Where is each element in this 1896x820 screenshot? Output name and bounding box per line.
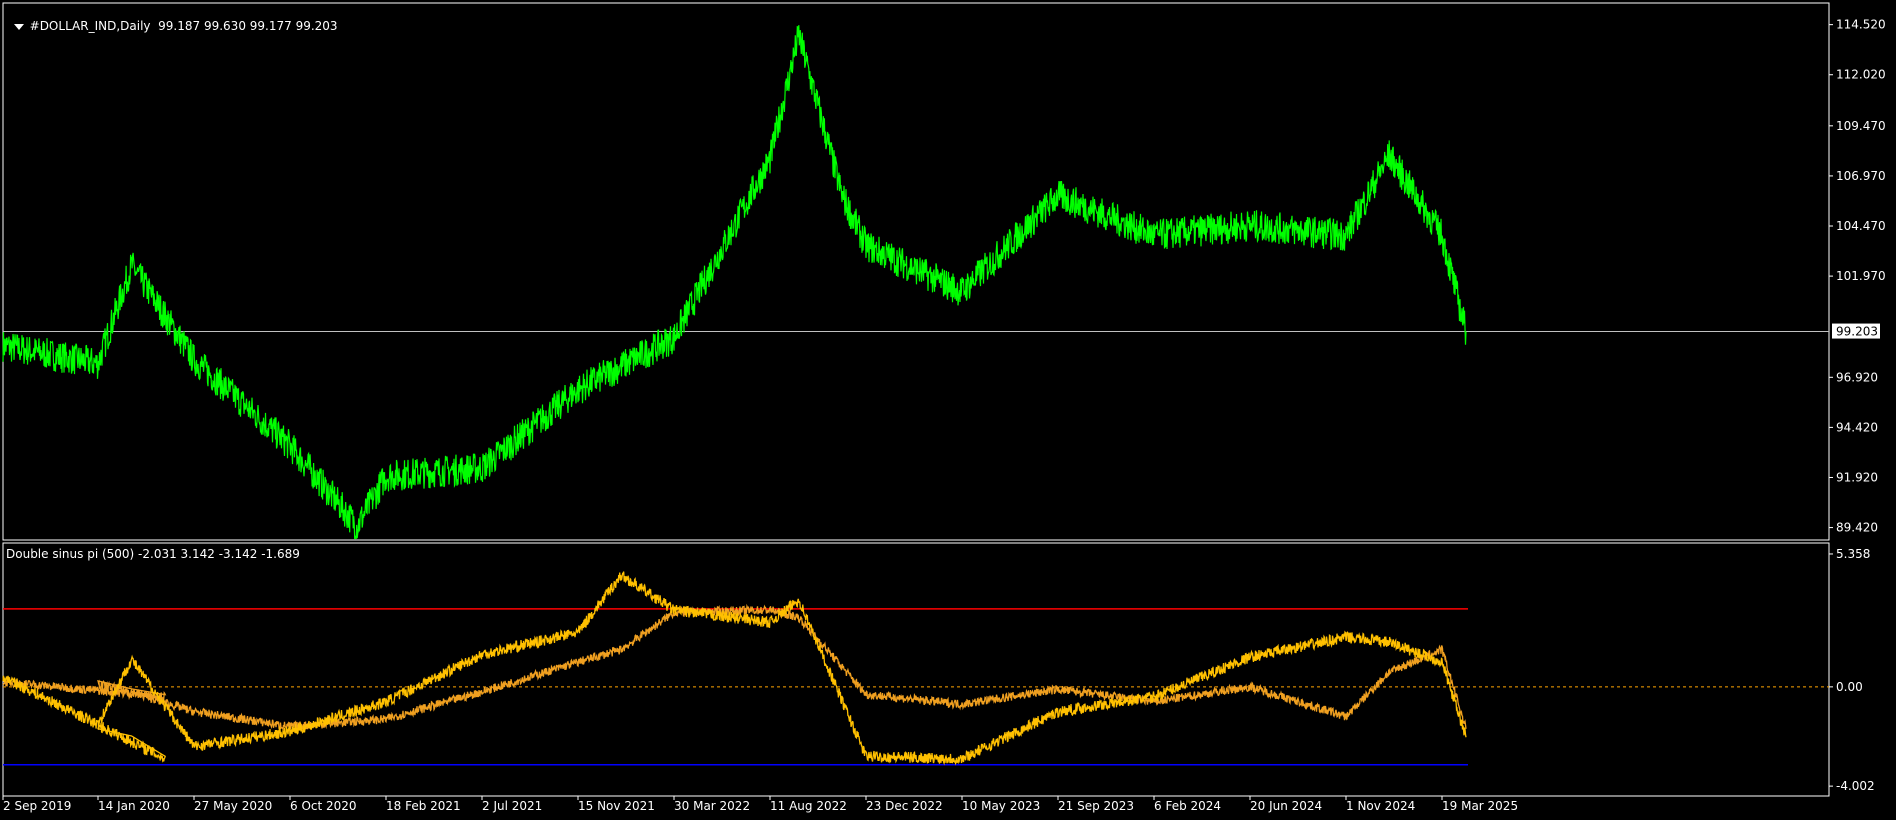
current-price-label: 99.203	[1836, 325, 1878, 339]
x-tick-label: 30 Mar 2022	[674, 799, 750, 813]
x-tick-label: 20 Jun 2024	[1250, 799, 1322, 813]
indicator-series-1	[2, 571, 1467, 766]
chart-canvas[interactable]: 114.520 112.020 109.470 106.970 104.470 101.9…	[0, 0, 1896, 820]
x-tick-label: 11 Aug 2022	[770, 799, 847, 813]
y-tick-label: 114.520	[1836, 18, 1886, 32]
y-tick-label: 91.920	[1836, 470, 1878, 484]
x-tick-label: 6 Feb 2024	[1154, 799, 1221, 813]
collapse-triangle-icon[interactable]	[13, 23, 24, 30]
indicator-y-tick-label: -4.002	[1836, 779, 1875, 793]
x-tick-label: 14 Jan 2020	[98, 799, 170, 813]
main-chart-header: #DOLLAR_IND,Daily 99.187 99.630 99.177 9…	[6, 5, 338, 33]
indicator-header: Double sinus pi (500) -2.031 3.142 -3.14…	[6, 547, 300, 561]
y-tick-label: 104.470	[1836, 219, 1886, 233]
y-tick-label: 94.420	[1836, 420, 1878, 434]
y-tick-label: 101.970	[1836, 269, 1886, 283]
ohlc-label: 99.187 99.630 99.177 99.203	[158, 19, 338, 33]
x-tick-label: 18 Feb 2021	[386, 799, 461, 813]
x-tick-label: 2 Jul 2021	[482, 799, 542, 813]
x-tick-label: 6 Oct 2020	[290, 799, 357, 813]
x-tick-label: 27 May 2020	[194, 799, 272, 813]
x-tick-label: 1 Nov 2024	[1346, 799, 1415, 813]
indicator-y-tick-label: 5.358	[1836, 547, 1870, 561]
x-tick-label: 19 Mar 2025	[1442, 799, 1518, 813]
symbol-label: #DOLLAR_IND,Daily	[29, 19, 151, 33]
x-tick-label: 23 Dec 2022	[866, 799, 943, 813]
indicator-series-2	[2, 603, 1467, 732]
y-tick-label: 89.420	[1836, 521, 1878, 535]
indicator-y-tick-label: 0.00	[1836, 680, 1863, 694]
x-tick-label: 2 Sep 2019	[3, 799, 71, 813]
y-tick-label: 96.920	[1836, 370, 1878, 384]
y-tick-label: 112.020	[1836, 68, 1886, 82]
price-series-line	[2, 25, 1467, 540]
y-tick-label: 106.970	[1836, 169, 1886, 183]
y-tick-label: 109.470	[1836, 119, 1886, 133]
x-tick-label: 10 May 2023	[962, 799, 1040, 813]
x-tick-label: 21 Sep 2023	[1058, 799, 1134, 813]
x-tick-label: 15 Nov 2021	[578, 799, 655, 813]
